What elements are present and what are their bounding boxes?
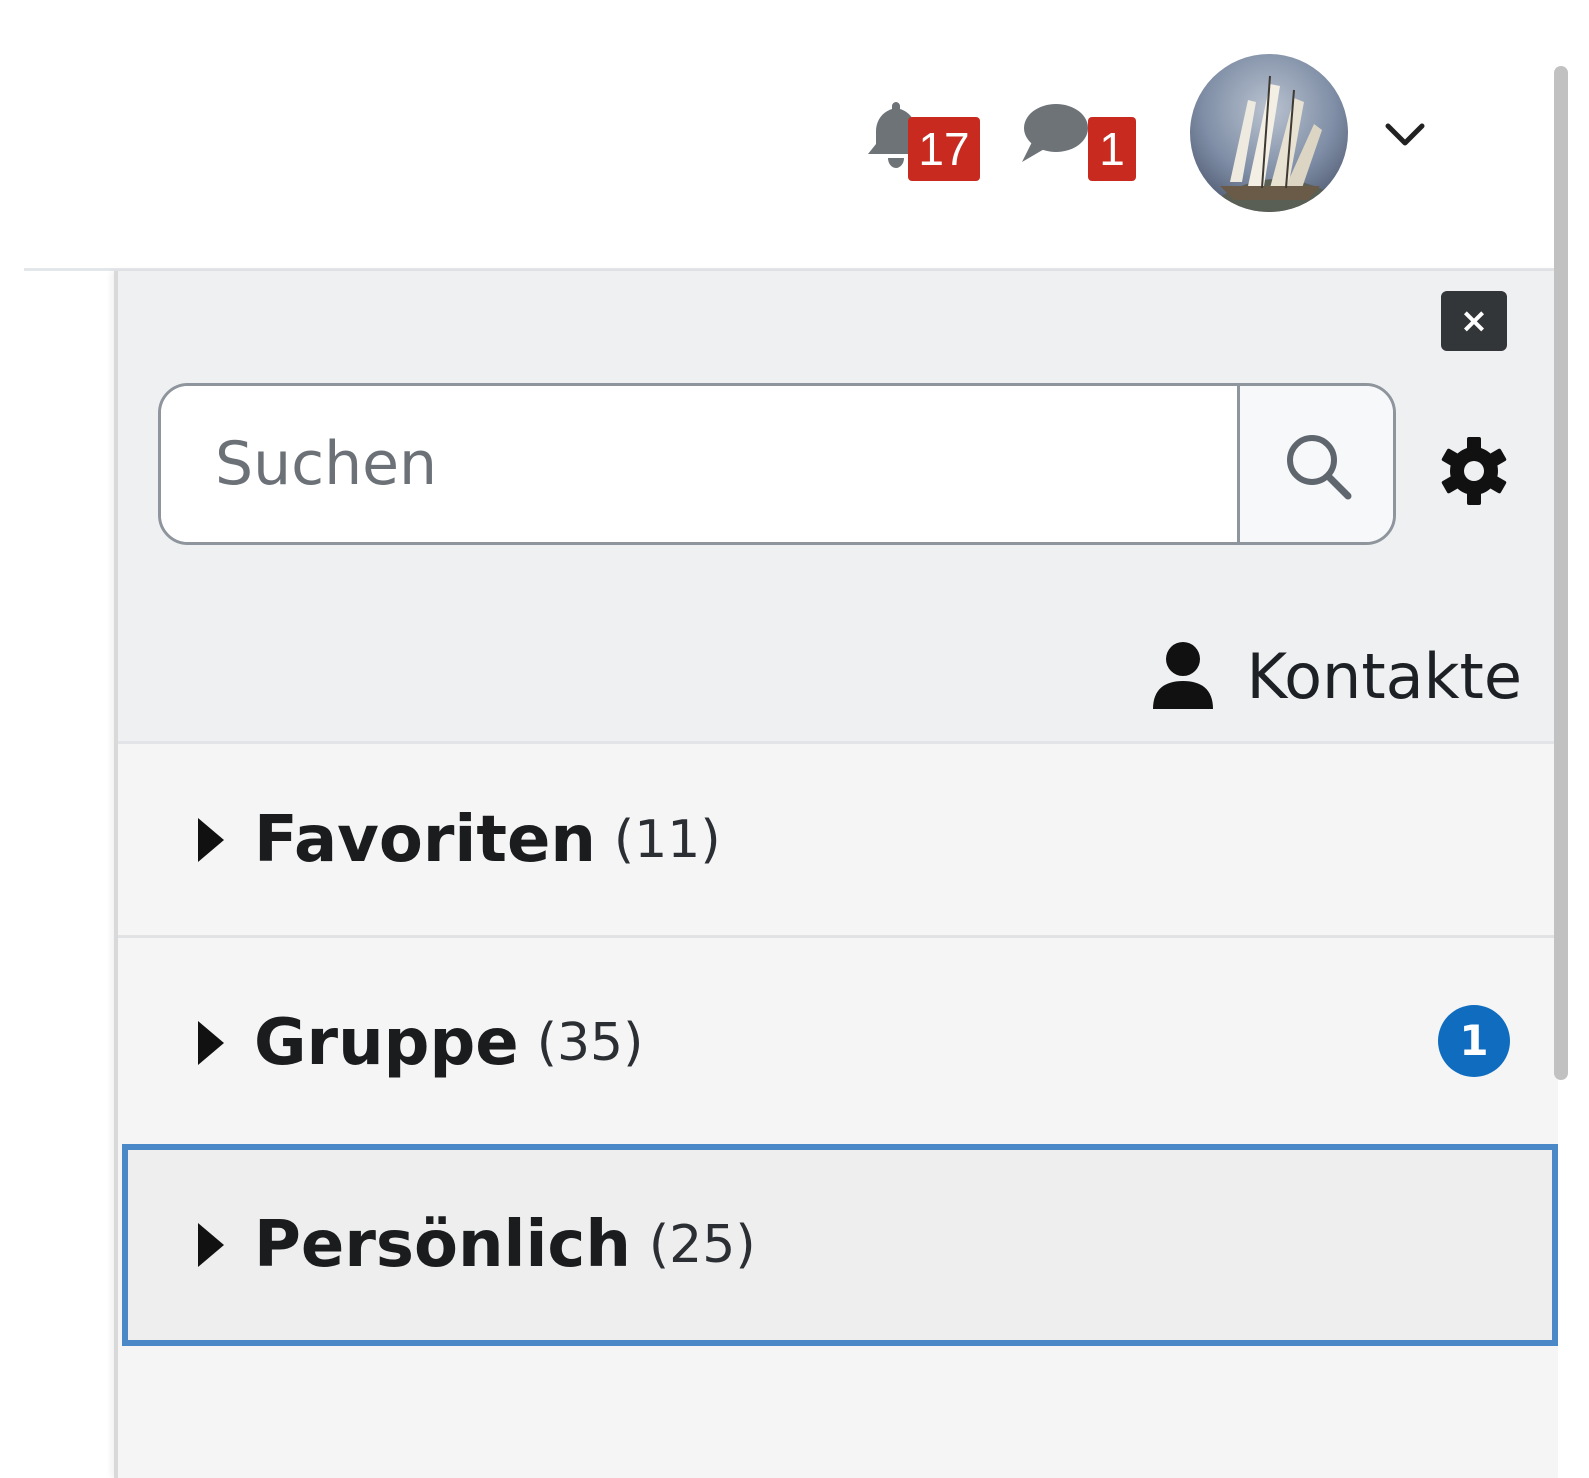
group-title: Gruppe <box>254 1005 519 1080</box>
settings-button[interactable] <box>1438 435 1510 507</box>
user-menu-toggle[interactable] <box>1382 116 1428 154</box>
group-personal-toggle[interactable]: Persönlich (25) <box>122 1144 1558 1346</box>
group-title: Persönlich <box>254 1208 631 1282</box>
chevron-down-icon <box>1385 123 1425 146</box>
messages-button[interactable]: 1 <box>1016 96 1141 186</box>
unread-count-badge: 1 <box>1438 1005 1510 1077</box>
contacts-link[interactable]: Kontakte <box>1151 639 1522 713</box>
group-group-toggle[interactable]: Gruppe (35) 1 <box>118 941 1558 1144</box>
search-group <box>158 383 1396 545</box>
group-count: (35) <box>536 1012 644 1073</box>
notification-count-badge: 17 <box>908 117 980 181</box>
avatar-sailing-ship-image <box>1190 54 1348 212</box>
group-count: (11) <box>613 809 721 870</box>
search-button[interactable] <box>1237 386 1393 542</box>
caret-right-icon <box>198 1223 224 1267</box>
close-drawer-button[interactable]: × <box>1441 291 1507 351</box>
top-navbar: 17 1 <box>0 0 1589 270</box>
group-title: Favoriten <box>254 802 596 877</box>
caret-right-icon <box>198 817 224 862</box>
speech-bubble-icon <box>1022 104 1088 162</box>
page-scrollbar[interactable] <box>1554 66 1568 1080</box>
group-count: (25) <box>648 1215 756 1275</box>
notifications-button[interactable]: 17 <box>862 92 982 187</box>
drawer-header: × Suchen Kontakte <box>118 271 1558 744</box>
search-icon <box>1287 435 1352 500</box>
search-input[interactable] <box>161 386 1237 542</box>
user-avatar[interactable] <box>1190 54 1348 212</box>
gear-icon <box>1441 437 1507 505</box>
message-count-badge: 1 <box>1088 117 1136 181</box>
messaging-drawer: × Suchen Kontakte Favoriten (11) Gruppe … <box>114 271 1558 1478</box>
group-favorites-toggle[interactable]: Favoriten (11) <box>118 744 1558 938</box>
caret-right-icon <box>198 1020 224 1065</box>
contacts-label: Kontakte <box>1246 639 1522 713</box>
user-icon <box>1152 642 1213 709</box>
